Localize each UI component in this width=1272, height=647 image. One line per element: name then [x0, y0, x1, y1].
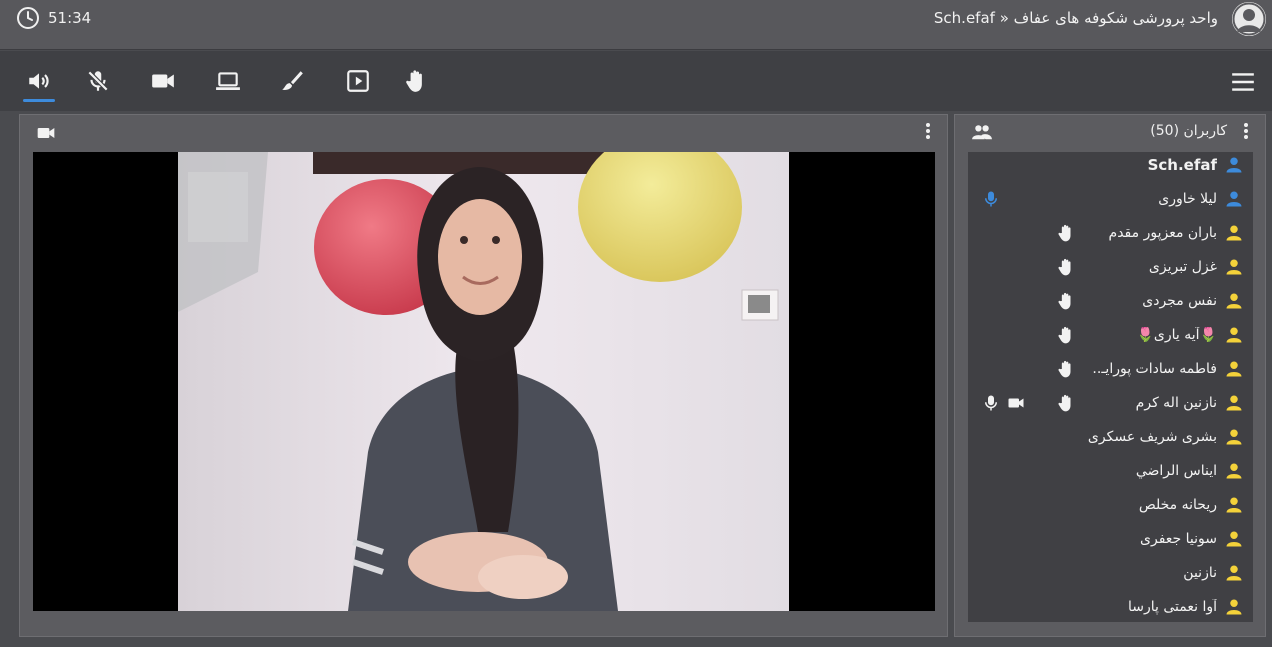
user-row[interactable]: سونیا جعفری: [968, 522, 1253, 556]
user-person-icon: [1226, 361, 1242, 377]
video-panel: [19, 114, 948, 637]
camera-button[interactable]: [147, 65, 179, 97]
avatar-icon: [1232, 2, 1266, 36]
user-name: نازنین اله کرم: [1135, 395, 1217, 411]
user-name: باران معزپور مقدم: [1108, 225, 1217, 241]
user-row[interactable]: Sch.efaf: [968, 152, 1253, 182]
timer-text: 51:34: [48, 9, 92, 27]
user-camera-icon: [1008, 398, 1024, 408]
mic-muted-icon: [87, 70, 109, 92]
play-icon: [347, 70, 369, 92]
user-name: ایناس الراضي: [1135, 463, 1217, 479]
raised-hand-icon: [1058, 326, 1071, 344]
user-row[interactable]: غزل تبریزی: [968, 250, 1253, 284]
user-row[interactable]: ایناس الراضي: [968, 454, 1253, 488]
user-name: سونیا جعفری: [1140, 531, 1217, 547]
user-row[interactable]: لیلا خاوری: [968, 182, 1253, 216]
hamburger-menu-icon[interactable]: [1230, 69, 1256, 95]
user-name: لیلا خاوری: [1158, 191, 1217, 207]
user-name: فاطمه سادات پورایـ..: [1092, 361, 1217, 377]
user-row[interactable]: فاطمه سادات پورایـ..: [968, 352, 1253, 386]
top-bar: 51:34 Sch.efaf » واحد پرورشی شکوفه های ع…: [0, 0, 1272, 50]
users-panel: کاربران (50) Sch.efaf لیلا خاوری باران معز…: [954, 114, 1266, 637]
user-person-icon: [1226, 259, 1242, 275]
speaker-button[interactable]: [23, 65, 55, 102]
screen-share-button[interactable]: [212, 65, 244, 97]
user-name: نفس مجردی: [1142, 293, 1217, 309]
mute-mic-button[interactable]: [82, 65, 114, 97]
raised-hand-icon: [1058, 360, 1071, 378]
webcam-feed-image: [178, 152, 789, 611]
clock-icon: [17, 7, 39, 29]
users-options-icon[interactable]: [1239, 121, 1253, 141]
user-name: نازنین: [1183, 565, 1217, 581]
user-row[interactable]: آوا نعمتی پارسا: [968, 590, 1253, 622]
user-person-icon: [1226, 497, 1242, 513]
raised-hand-icon: [1058, 394, 1071, 412]
user-row[interactable]: ریحانه مخلص: [968, 488, 1253, 522]
raise-hand-button[interactable]: [400, 65, 432, 97]
user-mic-icon: [985, 395, 997, 411]
user-person-icon: [1226, 293, 1242, 309]
camera-icon: [37, 128, 55, 138]
user-avatar[interactable]: [1232, 2, 1266, 36]
brush-icon: [282, 71, 303, 90]
users-panel-title: کاربران (50): [1150, 123, 1227, 139]
screen-share-icon: [216, 72, 240, 90]
user-person-icon: [1226, 225, 1242, 241]
user-row[interactable]: باران معزپور مقدم: [968, 216, 1253, 250]
meeting-title: Sch.efaf » واحد پرورشی شکوفه های عفاف: [933, 9, 1218, 27]
user-row[interactable]: بشری شریف عسکری: [968, 420, 1253, 454]
user-person-icon: [1226, 327, 1242, 343]
webcam-video[interactable]: [33, 152, 935, 611]
user-person-icon: [1226, 463, 1242, 479]
user-person-icon: [1226, 395, 1242, 411]
video-options-icon[interactable]: [921, 121, 935, 141]
user-name: آوا نعمتی پارسا: [1128, 599, 1217, 615]
user-person-icon: [1226, 531, 1242, 547]
user-row[interactable]: نازنین اله کرم: [968, 386, 1253, 420]
action-toolbar: [0, 51, 1272, 111]
whiteboard-button[interactable]: [276, 65, 308, 97]
user-mic-icon: [985, 191, 997, 207]
user-person-icon: [1226, 565, 1242, 581]
user-list: Sch.efaf لیلا خاوری باران معزپور مقدم غزل ت…: [968, 152, 1253, 622]
raised-hand-icon: [1058, 258, 1071, 276]
user-name: ریحانه مخلص: [1138, 497, 1217, 513]
user-name: Sch.efaf: [1147, 156, 1217, 174]
user-row[interactable]: 🌷آیه یاری🌷: [968, 318, 1253, 352]
user-row[interactable]: نازنین: [968, 556, 1253, 590]
people-icon: [972, 125, 992, 140]
raise-hand-icon: [406, 70, 422, 92]
speaker-icon: [29, 73, 49, 89]
user-row[interactable]: نفس مجردی: [968, 284, 1253, 318]
user-person-icon: [1226, 191, 1242, 207]
user-name: 🌷آیه یاری🌷: [1136, 327, 1218, 343]
user-person-icon: [1226, 157, 1242, 173]
user-name: بشری شریف عسکری: [1087, 429, 1217, 445]
camera-icon: [152, 74, 174, 88]
session-timer: 51:34: [16, 6, 91, 30]
users-panel-header: کاربران (50): [955, 115, 1265, 149]
raised-hand-icon: [1058, 292, 1071, 310]
user-name: غزل تبریزی: [1148, 259, 1217, 275]
raised-hand-icon: [1058, 224, 1071, 242]
user-person-icon: [1226, 429, 1242, 445]
user-person-icon: [1226, 599, 1242, 615]
media-button[interactable]: [342, 65, 374, 97]
